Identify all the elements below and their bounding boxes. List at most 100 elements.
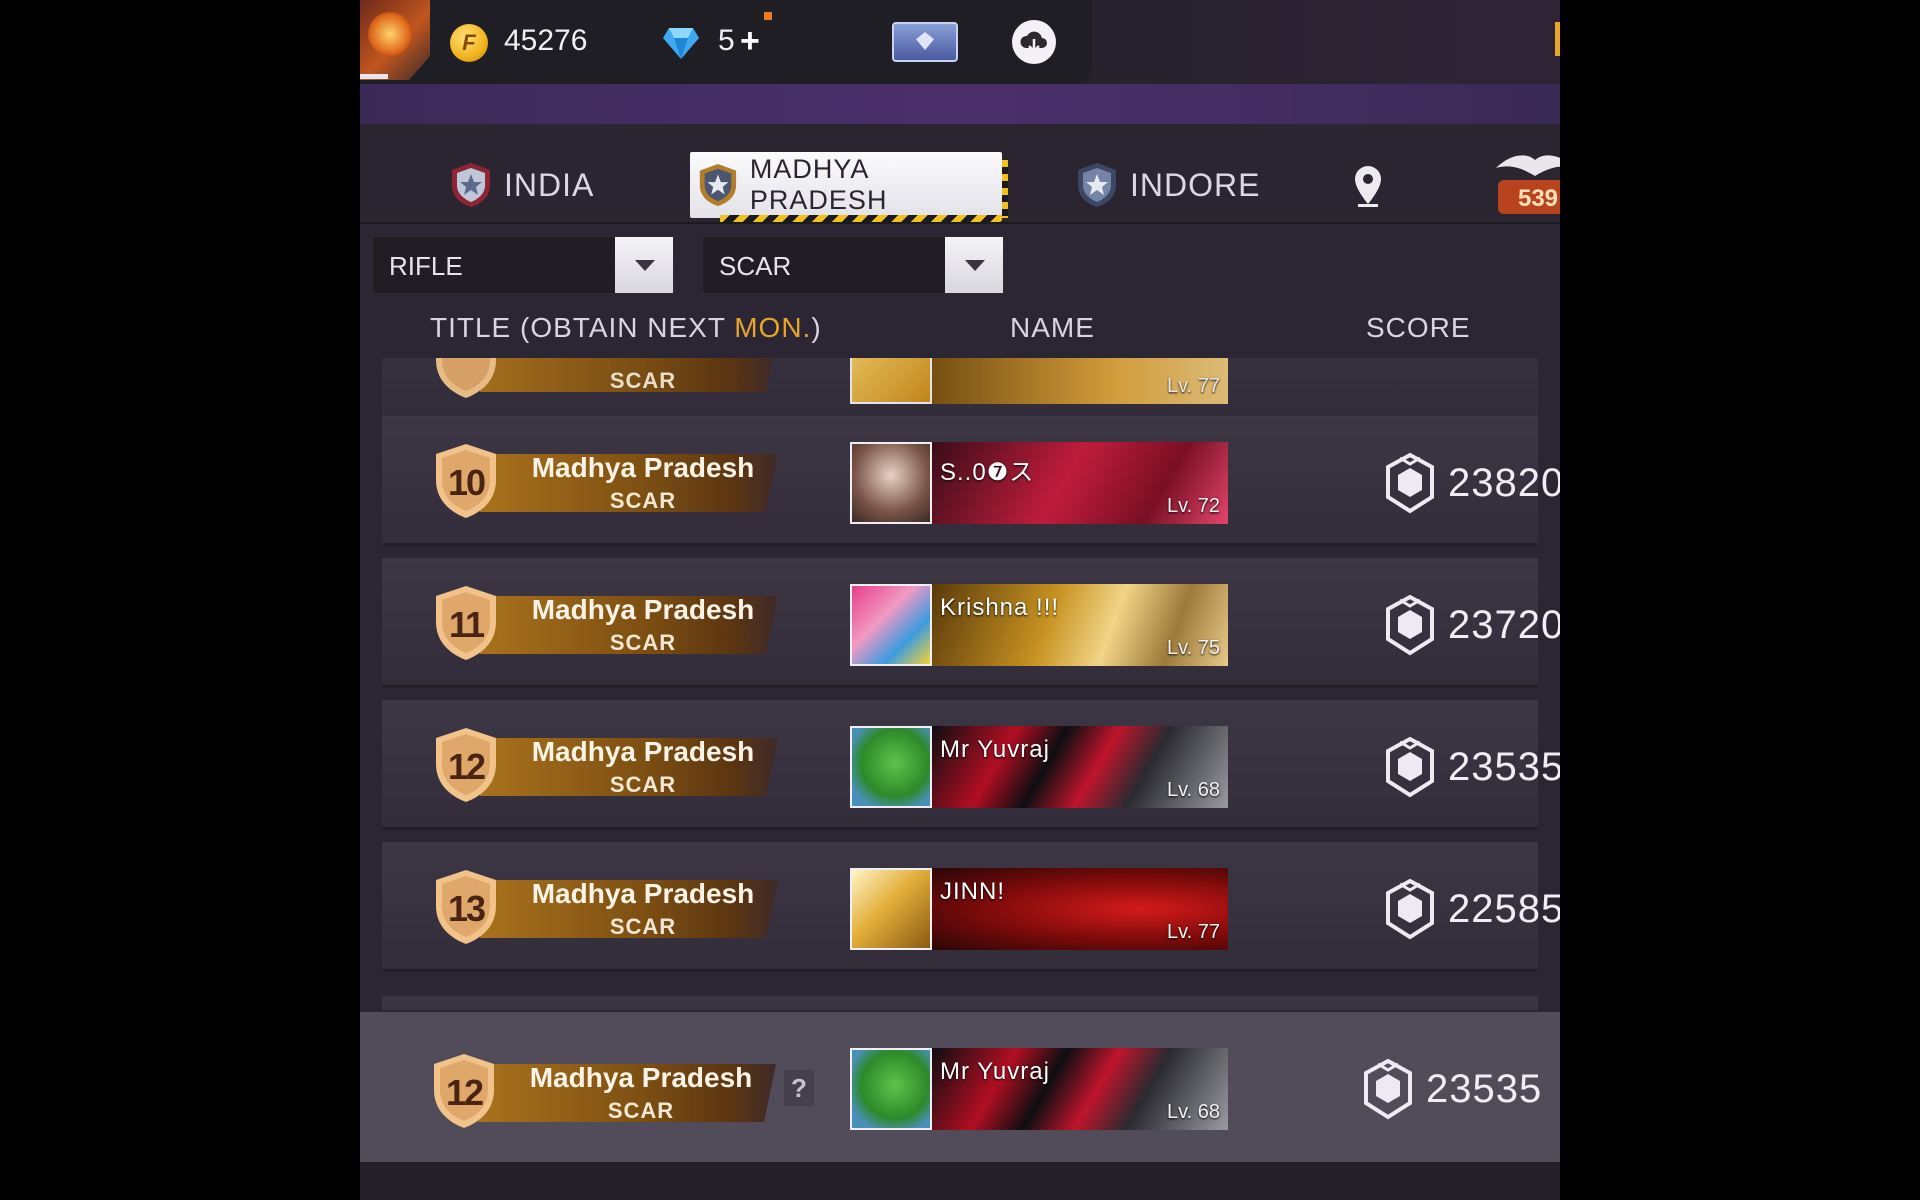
weapon-type-dropdown[interactable]: RIFLE [372,236,674,294]
rank-emblem-icon [452,163,490,207]
player-banner: Mr Yuvraj Lv. 68 [932,726,1228,808]
add-diamonds-button[interactable]: + [740,22,760,61]
player-level: Lv. 72 [1167,495,1220,517]
player-card[interactable]: Mr Yuvraj Lv. 68 [850,726,1228,808]
title-header-prefix: TITLE (OBTAIN NEXT [430,312,735,343]
location-pin-icon[interactable] [1352,164,1384,208]
player-level: Lv. 77 [1167,375,1220,397]
player-name: Krishna !!! [940,594,1060,621]
title-badge: 12 Madhya Pradesh SCAR [430,726,798,806]
region-tabs: INDIA MADHYA PRADESH INDORE 539 [360,124,1560,224]
score-cell: 23720 [1382,594,1560,656]
score-cell: 23820 [1382,452,1560,514]
score-cell: 22585 [1382,878,1560,940]
title-weapon: SCAR [609,368,677,393]
score-cell: 23535 [1382,736,1560,798]
avatar[interactable] [850,584,932,666]
player-banner: Mr Yuvraj Lv. 68 [932,1048,1228,1130]
title-weapon: SCAR [607,1098,675,1123]
title-region: Madhya Pradesh [531,878,755,909]
title-rank: 12 [445,1072,484,1113]
currency-panel: F 45276 5 + [360,0,1092,84]
score-rank-icon [1386,736,1434,798]
coin-count: 45276 [504,24,588,57]
list-next-row-edge [382,996,1538,1010]
table-row[interactable]: 13 Madhya Pradesh SCAR JINN! Lv. 77 2258… [382,842,1560,972]
avatar[interactable] [360,0,430,80]
title-rank: 11 [448,604,485,645]
title-rank: 13 [447,888,486,929]
player-level: Lv. 75 [1167,637,1220,659]
player-card[interactable]: Mr Yuvraj Lv. 68 [850,1048,1228,1130]
dropdown-value: SCAR [719,251,792,281]
top-bar: F 45276 5 + [360,0,1560,90]
tab-india[interactable]: INDIA [448,152,594,218]
player-name: S..0❼ス [940,459,1035,486]
coin-icon: F [450,24,488,62]
score-rank-icon [1386,878,1434,940]
membership-card-icon[interactable] [892,22,958,62]
score-rank-icon [1386,452,1434,514]
rank-badge-icon: 539 [1496,155,1560,214]
footer-bar [360,1162,1560,1200]
help-icon[interactable]: ? [784,1070,814,1106]
leaderboard-list[interactable]: SCAR Lv. 77 10 Madhya Pradesh SCAR S..0❼… [360,358,1560,1008]
score-value: 23820 [1448,460,1560,505]
title-badge: 12 Madhya Pradesh SCAR [428,1052,796,1132]
title-rank: 12 [447,746,486,787]
my-rank-row[interactable]: 12 Madhya Pradesh SCAR ? Mr Yuvraj Lv. 6… [360,1012,1560,1162]
player-level: Lv. 68 [1167,1101,1220,1123]
player-name: Mr Yuvraj [940,736,1050,763]
table-row[interactable]: 12 Madhya Pradesh SCAR Mr Yuvraj Lv. 68 … [382,700,1560,830]
avatar[interactable] [850,726,932,808]
tab-label: MADHYA PRADESH [749,154,888,215]
title-region: Madhya Pradesh [531,736,755,767]
weapon-dropdown[interactable]: SCAR [702,236,1004,294]
title-badge: 10 Madhya Pradesh SCAR [430,442,798,522]
title-weapon: SCAR [609,914,677,939]
tab-label: INDORE [1130,166,1261,203]
player-level: Lv. 77 [1167,921,1220,943]
header-band [360,84,1560,124]
title-badge: SCAR [430,358,798,402]
chevron-down-icon[interactable] [945,237,1003,293]
column-header-title: TITLE (OBTAIN NEXT MON.) [430,312,822,344]
score-rank-icon [1364,1058,1412,1120]
title-region: Madhya Pradesh [529,1062,753,1093]
score-value: 23720 [1448,602,1560,647]
player-card[interactable]: Lv. 77 [850,358,1228,404]
player-card[interactable]: JINN! Lv. 77 [850,868,1228,950]
score-cell: 23535 [1360,1058,1542,1120]
title-region: Madhya Pradesh [531,452,755,483]
avatar[interactable] [850,868,932,950]
rank-emblem-icon [699,164,737,206]
rank-badge-number: 539 [1518,185,1558,212]
tab-indore[interactable]: INDORE [1074,152,1260,218]
avatar[interactable] [850,358,932,404]
table-row[interactable]: 11 Madhya Pradesh SCAR Krishna !!! Lv. 7… [382,558,1560,688]
table-row[interactable]: 10 Madhya Pradesh SCAR S..0❼ス Lv. 72 238… [382,416,1560,546]
tab-madhya-pradesh[interactable]: MADHYA PRADESH [690,152,1008,222]
cloud-download-icon[interactable] [1012,20,1056,64]
chevron-down-icon[interactable] [615,237,673,293]
avatar-progress-bar [360,74,388,79]
diamond-icon [663,28,699,59]
player-name: Mr Yuvraj [940,1058,1050,1085]
title-rank: 10 [447,462,486,503]
player-card[interactable]: S..0❼ス Lv. 72 [850,442,1228,524]
title-region: Madhya Pradesh [531,594,755,625]
title-header-highlight: MON. [734,312,812,343]
score-value: 23535 [1448,744,1560,789]
player-banner: S..0❼ス Lv. 72 [932,442,1228,524]
player-card[interactable]: Krishna !!! Lv. 75 [850,584,1228,666]
notification-dot [764,12,772,20]
rank-emblem-icon [1078,163,1116,207]
side-tab-edge[interactable] [1555,22,1560,56]
avatar[interactable] [850,1048,932,1130]
leaderboard-screen: F 45276 5 + INDIA MADHYA PRADESH INDORE … [360,0,1560,1200]
title-weapon: SCAR [609,488,677,513]
score-value: 22585 [1448,886,1560,931]
player-name: JINN! [940,878,1005,905]
avatar[interactable] [850,442,932,524]
diamond-count: 5 [718,24,735,57]
